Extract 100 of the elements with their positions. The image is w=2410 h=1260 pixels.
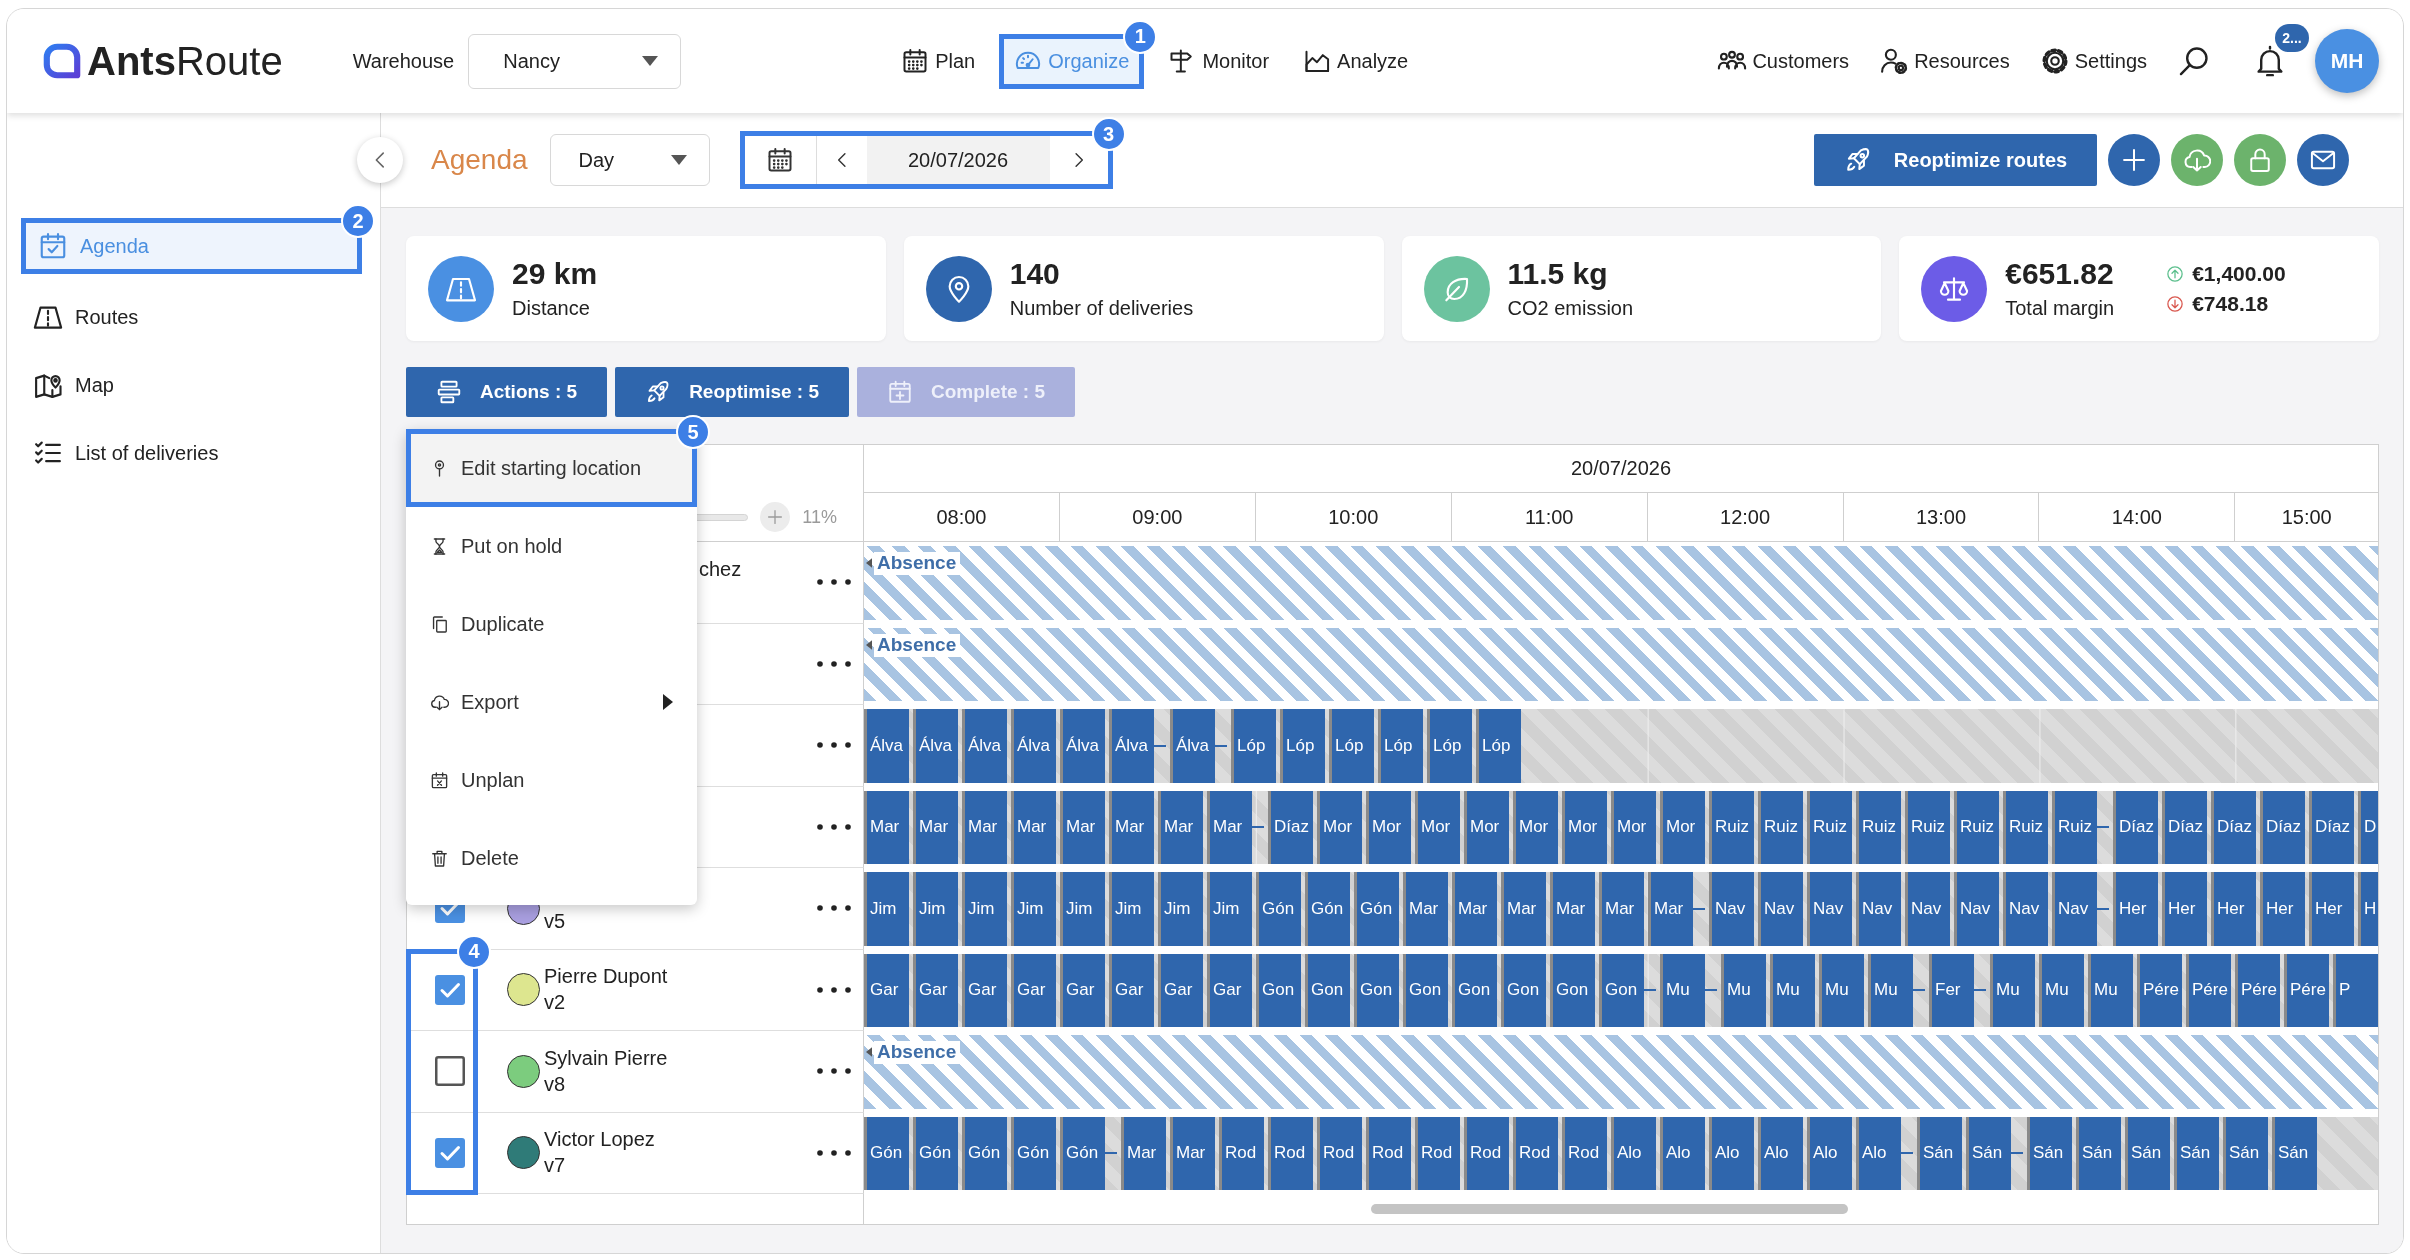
task-block[interactable]: Her [2309, 872, 2354, 946]
task-block[interactable]: Gón [1060, 1116, 1105, 1190]
task-block[interactable]: Alo [1611, 1116, 1656, 1190]
task-block[interactable]: Ruiz [1709, 790, 1754, 864]
task-block[interactable]: Pére [2186, 953, 2231, 1027]
task-block[interactable]: Rod [1219, 1116, 1264, 1190]
task-block[interactable]: Gon [1599, 953, 1644, 1027]
task-block[interactable]: Mar [1550, 872, 1595, 946]
task-block[interactable]: Mar [1121, 1116, 1166, 1190]
task-block[interactable]: Gón [913, 1116, 958, 1190]
task-block[interactable]: Mar [1207, 790, 1252, 864]
task-block[interactable]: Lóp [1476, 709, 1521, 783]
task-block[interactable]: H [2358, 872, 2378, 946]
task-block[interactable]: Gar [864, 953, 909, 1027]
task-block[interactable]: Nav [2052, 872, 2097, 946]
task-block[interactable]: Díaz [2309, 790, 2354, 864]
task-block[interactable]: Nav [1758, 872, 1803, 946]
toolbar-link[interactable]: Customers [1717, 46, 1850, 76]
nav-tab[interactable]: Analyze [1293, 38, 1419, 84]
task-block[interactable]: Mar [1501, 872, 1546, 946]
task-block[interactable]: Gón [1354, 872, 1399, 946]
task-block[interactable]: Gon [1256, 953, 1301, 1027]
task-block[interactable]: Mar [913, 790, 958, 864]
task-block[interactable]: Nav [1807, 872, 1852, 946]
action-button[interactable]: Reoptimise : 5 [615, 367, 849, 417]
task-block[interactable]: Gon [1501, 953, 1546, 1027]
task-block[interactable]: Díaz [2260, 790, 2305, 864]
more-icon[interactable] [817, 1068, 851, 1075]
task-block[interactable]: Mor [1611, 790, 1656, 864]
task-block[interactable]: Mu [1990, 953, 2035, 1027]
task-block[interactable]: Sán [2027, 1116, 2072, 1190]
task-block[interactable]: Nav [2003, 872, 2048, 946]
task-block[interactable]: Gar [1158, 953, 1203, 1027]
task-block[interactable]: Mar [864, 790, 909, 864]
task-block[interactable]: Jim [1158, 872, 1203, 946]
more-icon[interactable] [817, 823, 851, 830]
task-block[interactable]: Rod [1317, 1116, 1362, 1190]
task-block[interactable]: Sán [2272, 1116, 2317, 1190]
task-block[interactable]: Gón [864, 1116, 909, 1190]
task-block[interactable]: D [2358, 790, 2378, 864]
task-block[interactable]: Mu [1868, 953, 1913, 1027]
sidebar-item[interactable]: Routes [21, 292, 362, 342]
task-block[interactable]: Mar [1060, 790, 1105, 864]
toolbar-link[interactable]: Settings [2039, 46, 2147, 76]
toolbar-link[interactable]: Resources [1879, 46, 2010, 76]
task-block[interactable]: Mar [1158, 790, 1203, 864]
task-block[interactable]: Her [2162, 872, 2207, 946]
task-block[interactable]: Ruiz [2003, 790, 2048, 864]
task-block[interactable]: Rod [1513, 1116, 1558, 1190]
task-block[interactable]: Gón [1011, 1116, 1056, 1190]
checkbox[interactable] [435, 974, 465, 1005]
task-block[interactable]: Álva [1060, 709, 1105, 783]
task-block[interactable]: Díaz [2162, 790, 2207, 864]
action-button[interactable]: Actions : 5 [406, 367, 608, 417]
task-block[interactable]: Nav [1905, 872, 1950, 946]
task-block[interactable]: Mar [1599, 872, 1644, 946]
task-block[interactable]: Gon [1403, 953, 1448, 1027]
task-block[interactable]: Mor [1660, 790, 1705, 864]
nav-tab[interactable]: Monitor [1158, 38, 1280, 84]
task-block[interactable]: Nav [1856, 872, 1901, 946]
task-block[interactable]: Mor [1513, 790, 1558, 864]
task-block[interactable]: Mar [962, 790, 1007, 864]
more-icon[interactable] [817, 579, 851, 586]
task-block[interactable]: Jim [1207, 872, 1252, 946]
task-block[interactable]: Sán [2076, 1116, 2121, 1190]
checkbox[interactable] [435, 1056, 465, 1087]
task-block[interactable]: Álva [1109, 709, 1154, 783]
more-icon[interactable] [817, 1149, 851, 1156]
checkbox[interactable] [435, 1137, 465, 1168]
task-block[interactable]: Jim [1011, 872, 1056, 946]
task-block[interactable]: Mor [1562, 790, 1607, 864]
task-block[interactable]: Mor [1464, 790, 1509, 864]
task-block[interactable]: Mu [1660, 953, 1705, 1027]
task-block[interactable]: Lóp [1427, 709, 1472, 783]
task-block[interactable]: Mu [1770, 953, 1815, 1027]
task-block[interactable]: Mor [1317, 790, 1362, 864]
more-icon[interactable] [817, 986, 851, 993]
horizontal-scrollbar[interactable] [1371, 1204, 1849, 1214]
menu-item[interactable]: Unplan [406, 741, 697, 819]
sidebar-item[interactable]: Map [21, 360, 362, 410]
task-block[interactable]: Gon [1550, 953, 1595, 1027]
user-avatar[interactable]: MH [2315, 29, 2379, 93]
task-block[interactable]: Rod [1562, 1116, 1607, 1190]
task-block[interactable]: Mar [1452, 872, 1497, 946]
task-block[interactable]: Gón [962, 1116, 1007, 1190]
task-block[interactable]: Ruiz [1954, 790, 1999, 864]
more-icon[interactable] [817, 742, 851, 749]
menu-item[interactable]: Delete [406, 819, 697, 897]
task-block[interactable]: Álva [962, 709, 1007, 783]
task-block[interactable]: Nav [1954, 872, 1999, 946]
task-block[interactable]: Díaz [2211, 790, 2256, 864]
task-block[interactable]: Díaz [2113, 790, 2158, 864]
task-block[interactable]: Her [2113, 872, 2158, 946]
email-button[interactable] [2297, 134, 2349, 186]
task-block[interactable]: Jim [913, 872, 958, 946]
task-block[interactable]: Lóp [1378, 709, 1423, 783]
task-block[interactable]: Mu [2088, 953, 2133, 1027]
task-block[interactable]: Gar [1109, 953, 1154, 1027]
task-block[interactable]: Rod [1415, 1116, 1460, 1190]
nav-tab[interactable]: Plan [891, 38, 986, 84]
